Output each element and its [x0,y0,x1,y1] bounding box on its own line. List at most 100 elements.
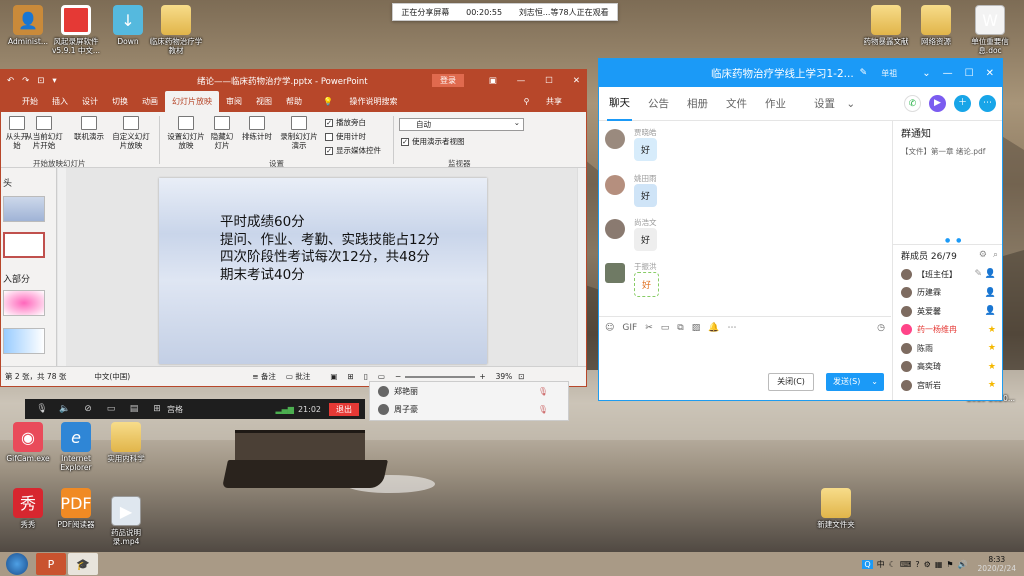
presenter-view-checkbox[interactable]: ✓ 使用演示者视图 [401,136,465,147]
camera-off-icon[interactable]: ⊘ [82,404,94,414]
slide-thumbnail[interactable] [3,196,45,222]
minimize-icon[interactable]: — [517,76,526,86]
gallery-label[interactable]: 宫格 [167,404,183,415]
meeting-control-bar[interactable]: 🎙 🔈 ⊘ ▭ ▤ ⊞ 宫格 ▂▄▆ 21:02 退出 [25,399,365,419]
desktop-icon-pdf[interactable]: PDF PDF阅读器 [48,488,104,529]
more-options-icon[interactable]: ⋯ [727,323,736,333]
member-row[interactable]: 高奕琦 ★ [893,358,1002,377]
whiteboard-icon[interactable]: ▤ [128,404,140,414]
tab-insert[interactable]: 插入 [45,91,75,112]
monitor-select[interactable]: 自动 [399,117,524,131]
slide-thumbnail[interactable] [3,328,45,354]
zoom-slider[interactable] [405,375,476,378]
microphone-icon[interactable]: 🎙 [36,404,48,414]
powerpoint-taskbar-icon[interactable]: P [36,553,66,575]
notice-item[interactable]: 【文件】第一章 绪论.pdf [901,146,996,157]
desktop-icon-new-folder[interactable]: 新建文件夹 [808,488,864,529]
slide-thumbnail-selected[interactable] [3,232,45,258]
message-bubble[interactable]: 好 [634,228,658,251]
from-current-button[interactable]: 从当前幻灯片开始 [23,116,65,150]
slide-scrollbar[interactable] [577,168,586,367]
message-list[interactable]: 贾晓皓 好 姚田雨 好 尚浩文 好 于振洪 好 [599,121,891,316]
emoji-icon[interactable]: ☺ [605,323,614,333]
picture-icon[interactable]: ▨ [692,323,701,333]
screen-share-banner[interactable]: 正在分享屏幕 00:20:55 刘志恒...等78人正在观看 [392,3,618,21]
member-row[interactable]: 【班主任】 ✎ 👤 [893,265,1002,284]
chat-message[interactable]: 尚浩文 好 [605,217,805,257]
zoom-out-icon[interactable]: − [395,372,401,381]
tab-chat[interactable]: 聊天 [607,86,632,121]
volume-icon[interactable]: 🔊 [958,560,968,569]
notes-button[interactable]: ≡ 备注 [252,371,276,382]
custom-show-button[interactable]: 自定义幻灯片放映 [109,116,153,150]
tab-home[interactable]: 开始 [15,91,45,112]
chat-title-bar[interactable]: 临床药物治疗学线上学习1-2... ✎ 单祖 ⌄ — ☐ ✕ [599,59,1002,87]
member-row[interactable]: 英爱馨 👤 [893,302,1002,321]
play-narration-checkbox[interactable]: ✓ 播放旁白 [325,117,366,128]
carousel-dots[interactable]: ● ● [945,237,963,244]
record-button[interactable]: 录制幻灯片演示 [277,116,321,150]
folder-icon[interactable]: ▭ [661,323,670,333]
redo-icon[interactable]: ↷ [22,76,29,86]
maximize-icon[interactable]: ☐ [965,68,974,79]
tab-view[interactable]: 视图 [249,91,279,112]
attendee-row[interactable]: 周子豪 🎙 [370,400,568,418]
group-chat-window[interactable]: 临床药物治疗学线上学习1-2... ✎ 单祖 ⌄ — ☐ ✕ 聊天 公告 相册 … [598,58,1003,401]
chat-message[interactable]: 于振洪 好 [605,261,805,301]
tab-homework[interactable]: 作业 [763,87,788,120]
start-button[interactable] [6,553,28,575]
phone-icon[interactable]: ✆ [904,95,921,112]
send-button[interactable]: 发送(S) ⌄ [826,373,884,391]
desktop-icon-ie[interactable]: e Internet Explorer [48,422,104,472]
slide-body-text[interactable]: 平时成绩60分 提问、作业、考勤、实践技能占12分 四次阶段性考试每次12分，共… [220,214,460,284]
clock[interactable]: 8:33 2020/2/24 [978,555,1016,573]
tab-help[interactable]: 帮助 [279,91,309,112]
minimize-icon[interactable]: — [943,68,953,79]
share-button[interactable]: ⚲ 共享 [510,91,576,112]
ime-indicator[interactable]: 中 [877,559,885,570]
message-bubble[interactable]: 好 [634,138,658,161]
ribbon-options-icon[interactable]: ▣ [489,76,497,86]
leave-meeting-button[interactable]: 退出 [329,402,359,416]
desktop-icon-literature[interactable]: 药物暴露文献 [858,5,914,46]
desktop-icon-web-resources[interactable]: 网络资源 [908,5,964,46]
gif-icon[interactable]: GIF [622,323,637,333]
tab-animations[interactable]: 动画 [135,91,165,112]
close-icon[interactable]: ✕ [986,68,994,79]
settings-tray-icon[interactable]: ⚙ [924,560,931,569]
gallery-icon[interactable]: ⊞ [151,404,163,414]
qq-tray-icon[interactable]: Q [862,559,873,569]
customize-icon[interactable]: ▾ [52,76,56,86]
show-media-checkbox[interactable]: ✓ 显示媒体控件 [325,145,381,156]
settings-icon[interactable]: ⚙ [979,250,987,260]
start-show-icon[interactable]: ⊡ [37,76,44,86]
moon-icon[interactable]: ☾ [889,560,896,569]
undo-icon[interactable]: ↶ [7,76,14,86]
comments-button[interactable]: ▭ 批注 [286,371,310,382]
tab-transitions[interactable]: 切换 [105,91,135,112]
more-icon[interactable]: ⋯ [979,95,996,112]
normal-view-icon[interactable]: ▣ [330,372,337,381]
sorter-view-icon[interactable]: ⊞ [347,372,353,381]
zoom-in-icon[interactable]: + [479,372,485,381]
attendee-panel[interactable]: 郑艳丽 🎙 周子豪 🎙 [369,381,569,421]
history-icon[interactable]: ◷ [877,323,885,333]
network-icon[interactable]: ▦ [935,560,943,569]
edit-name-icon[interactable]: ✎ [860,68,868,78]
tab-design[interactable]: 设计 [75,91,105,112]
tell-me-search[interactable]: 💡 操作说明搜索 [309,91,412,112]
slide-thumbnail[interactable] [3,290,45,316]
zoom-level[interactable]: 39% [496,372,513,381]
image-search-icon[interactable]: ⧉ [677,323,683,333]
close-icon[interactable]: ✕ [573,76,580,86]
message-scrollbar[interactable] [883,121,891,316]
chat-message[interactable]: 姚田雨 好 [605,173,805,213]
desktop-icon-recorder[interactable]: 风起录屏软件v5.9.1 中文... [48,5,104,55]
desktop-icon-video[interactable]: ▶ 药品说明录.mp4 [98,496,154,546]
member-row[interactable]: 药一杨维冉 ★ [893,321,1002,340]
member-row[interactable]: 宫昕岩 ★ [893,376,1002,395]
chat-message[interactable]: 贾晓皓 好 [605,127,805,167]
desktop-icon-textbook[interactable]: 临床药物治疗学教材 [148,5,204,55]
bell-icon[interactable]: 🔔 [708,323,719,333]
message-bubble[interactable]: 好 [634,184,658,207]
